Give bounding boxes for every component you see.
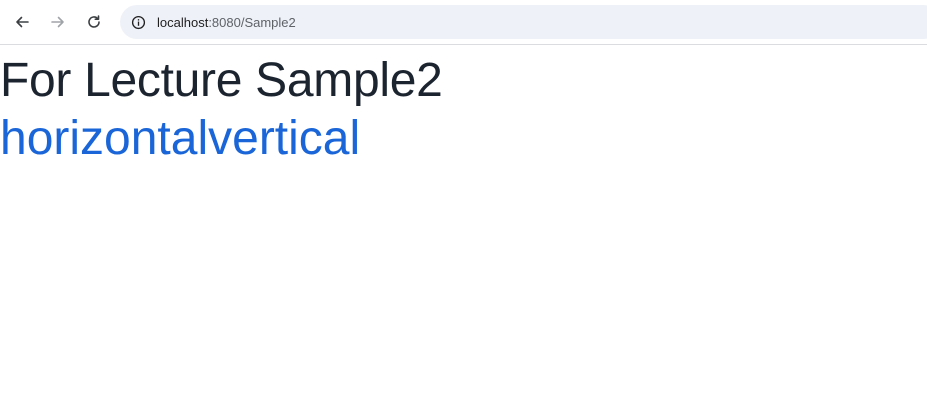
arrow-left-icon [16, 16, 29, 28]
vertical-link[interactable]: vertical [208, 112, 360, 165]
url-text[interactable]: localhost:8080/Sample2 [157, 15, 296, 30]
browser-toolbar: localhost:8080/Sample2 [0, 0, 927, 45]
forward-button[interactable] [45, 9, 71, 35]
arrow-right-icon [51, 16, 64, 28]
back-button[interactable] [9, 9, 35, 35]
url-path: :8080/Sample2 [208, 14, 296, 30]
url-host: localhost [157, 14, 209, 30]
reload-icon [88, 15, 100, 28]
page-content: For Lecture Sample2 horizontalvertical [0, 52, 927, 168]
page-title: For Lecture Sample2 [0, 54, 443, 107]
link-row: horizontalvertical [0, 110, 927, 168]
reload-button[interactable] [81, 9, 107, 35]
address-bar[interactable]: localhost:8080/Sample2 [120, 5, 927, 39]
horizontal-link[interactable]: horizontal [0, 112, 208, 165]
info-icon[interactable] [129, 13, 147, 31]
